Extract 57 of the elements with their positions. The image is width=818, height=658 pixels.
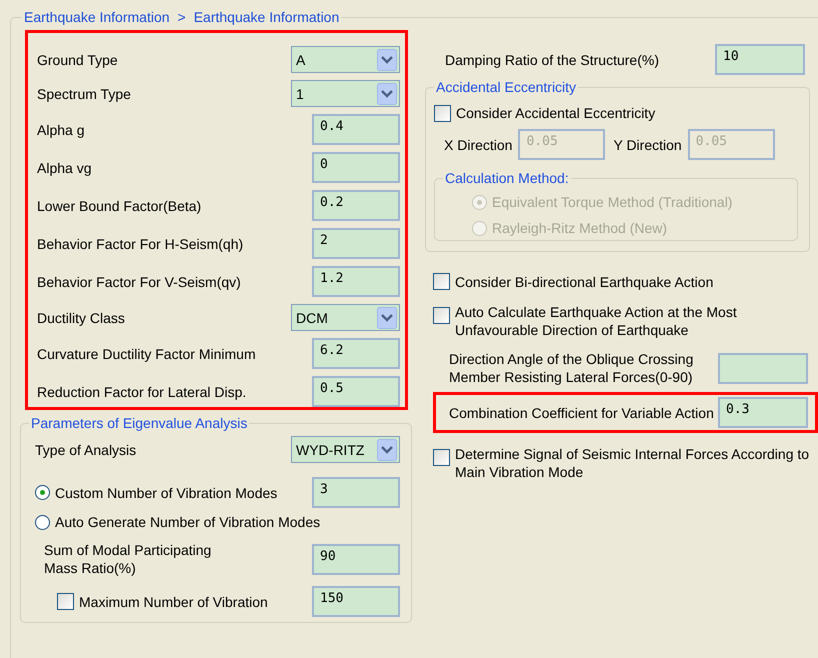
dropdown[interactable]: A [291, 46, 400, 73]
field-label: X Direction [444, 136, 512, 152]
field-label: Sum of Modal Participating Mass Ratio(%) [43, 541, 212, 577]
field-label: Alpha vg [37, 160, 92, 176]
radio-button[interactable] [35, 485, 50, 500]
field-label: Spectrum Type [37, 86, 131, 102]
checkbox[interactable] [433, 449, 450, 466]
value-field[interactable]: 90 [312, 544, 400, 574]
checkbox[interactable] [57, 593, 74, 610]
breadcrumb-link[interactable]: Earthquake Information [24, 8, 170, 26]
dropdown[interactable]: 1 [291, 80, 400, 107]
field-label: Ductility Class [37, 310, 125, 326]
value-field[interactable]: 3 [312, 477, 400, 508]
checkbox[interactable] [434, 104, 451, 122]
value-field[interactable]: 150 [312, 586, 400, 617]
radio-label: Rayleigh-Ritz Method (New) [492, 220, 668, 236]
dropdown[interactable]: WYD-RITZ [291, 436, 400, 463]
field-label: Reduction Factor for Lateral Disp. [37, 384, 246, 400]
radio-button[interactable] [35, 514, 50, 530]
checkbox-label: Maximum Number of Vibration [79, 592, 269, 610]
field-label: Ground Type [37, 52, 118, 68]
checkbox-label: Consider Accidental Eccentricity [456, 104, 656, 122]
value-field[interactable]: 0.4 [312, 114, 400, 145]
value-field[interactable]: 1.2 [312, 266, 400, 297]
radio-label: Auto Generate Number of Vibration Modes [55, 514, 320, 530]
value-field[interactable]: 0 [312, 152, 400, 183]
radio-label: Custom Number of Vibration Modes [55, 484, 278, 500]
field-label: Direction Angle of the Oblique Crossing Member Resisting Lateral Forces(0-90) [449, 350, 694, 386]
checkbox[interactable] [433, 273, 450, 290]
checkbox[interactable] [433, 307, 450, 324]
checkbox-label: Auto Calculate Earthquake Action at the Most Unfavourable Direction of Earthquake [455, 303, 738, 339]
chevron-down-icon [377, 82, 397, 104]
checkbox-label: Determine Signal of Seismic Internal Forces According to Main Vibration Mode [455, 445, 810, 481]
value-field[interactable]: 2 [312, 228, 400, 259]
field-label: Y Direction [613, 136, 682, 152]
checkbox-label: Consider Bi-directional Earthquake Action [455, 273, 714, 291]
field-label: Behavior Factor For V-Seism(qv) [37, 274, 241, 290]
value-field[interactable]: 0.5 [312, 376, 400, 407]
chevron-down-icon [377, 438, 397, 460]
value-field[interactable]: 0.2 [312, 190, 400, 221]
value-field[interactable] [718, 352, 808, 384]
field-label: Combination Coefficient for Variable Action [449, 404, 715, 422]
field-label: Curvature Ductility Factor Minimum [37, 346, 256, 362]
value-field[interactable]: 0.3 [718, 397, 808, 428]
value-field[interactable]: 6.2 [312, 338, 400, 369]
breadcrumb-separator: > [178, 8, 186, 26]
field-label: Behavior Factor For H-Seism(qh) [37, 236, 244, 252]
dropdown[interactable]: DCM [291, 304, 400, 331]
value-field[interactable]: 10 [715, 44, 805, 75]
radio-label: Equivalent Torque Method (Traditional) [492, 194, 732, 210]
breadcrumb-current: Earthquake Information [194, 8, 340, 26]
chevron-down-icon [377, 306, 397, 328]
field-label: Lower Bound Factor(Beta) [37, 198, 202, 214]
chevron-down-icon [377, 48, 397, 70]
field-label: Alpha g [37, 122, 84, 138]
field-label: Damping Ratio of the Structure(%) [445, 52, 659, 68]
field-label: Type of Analysis [35, 442, 136, 458]
